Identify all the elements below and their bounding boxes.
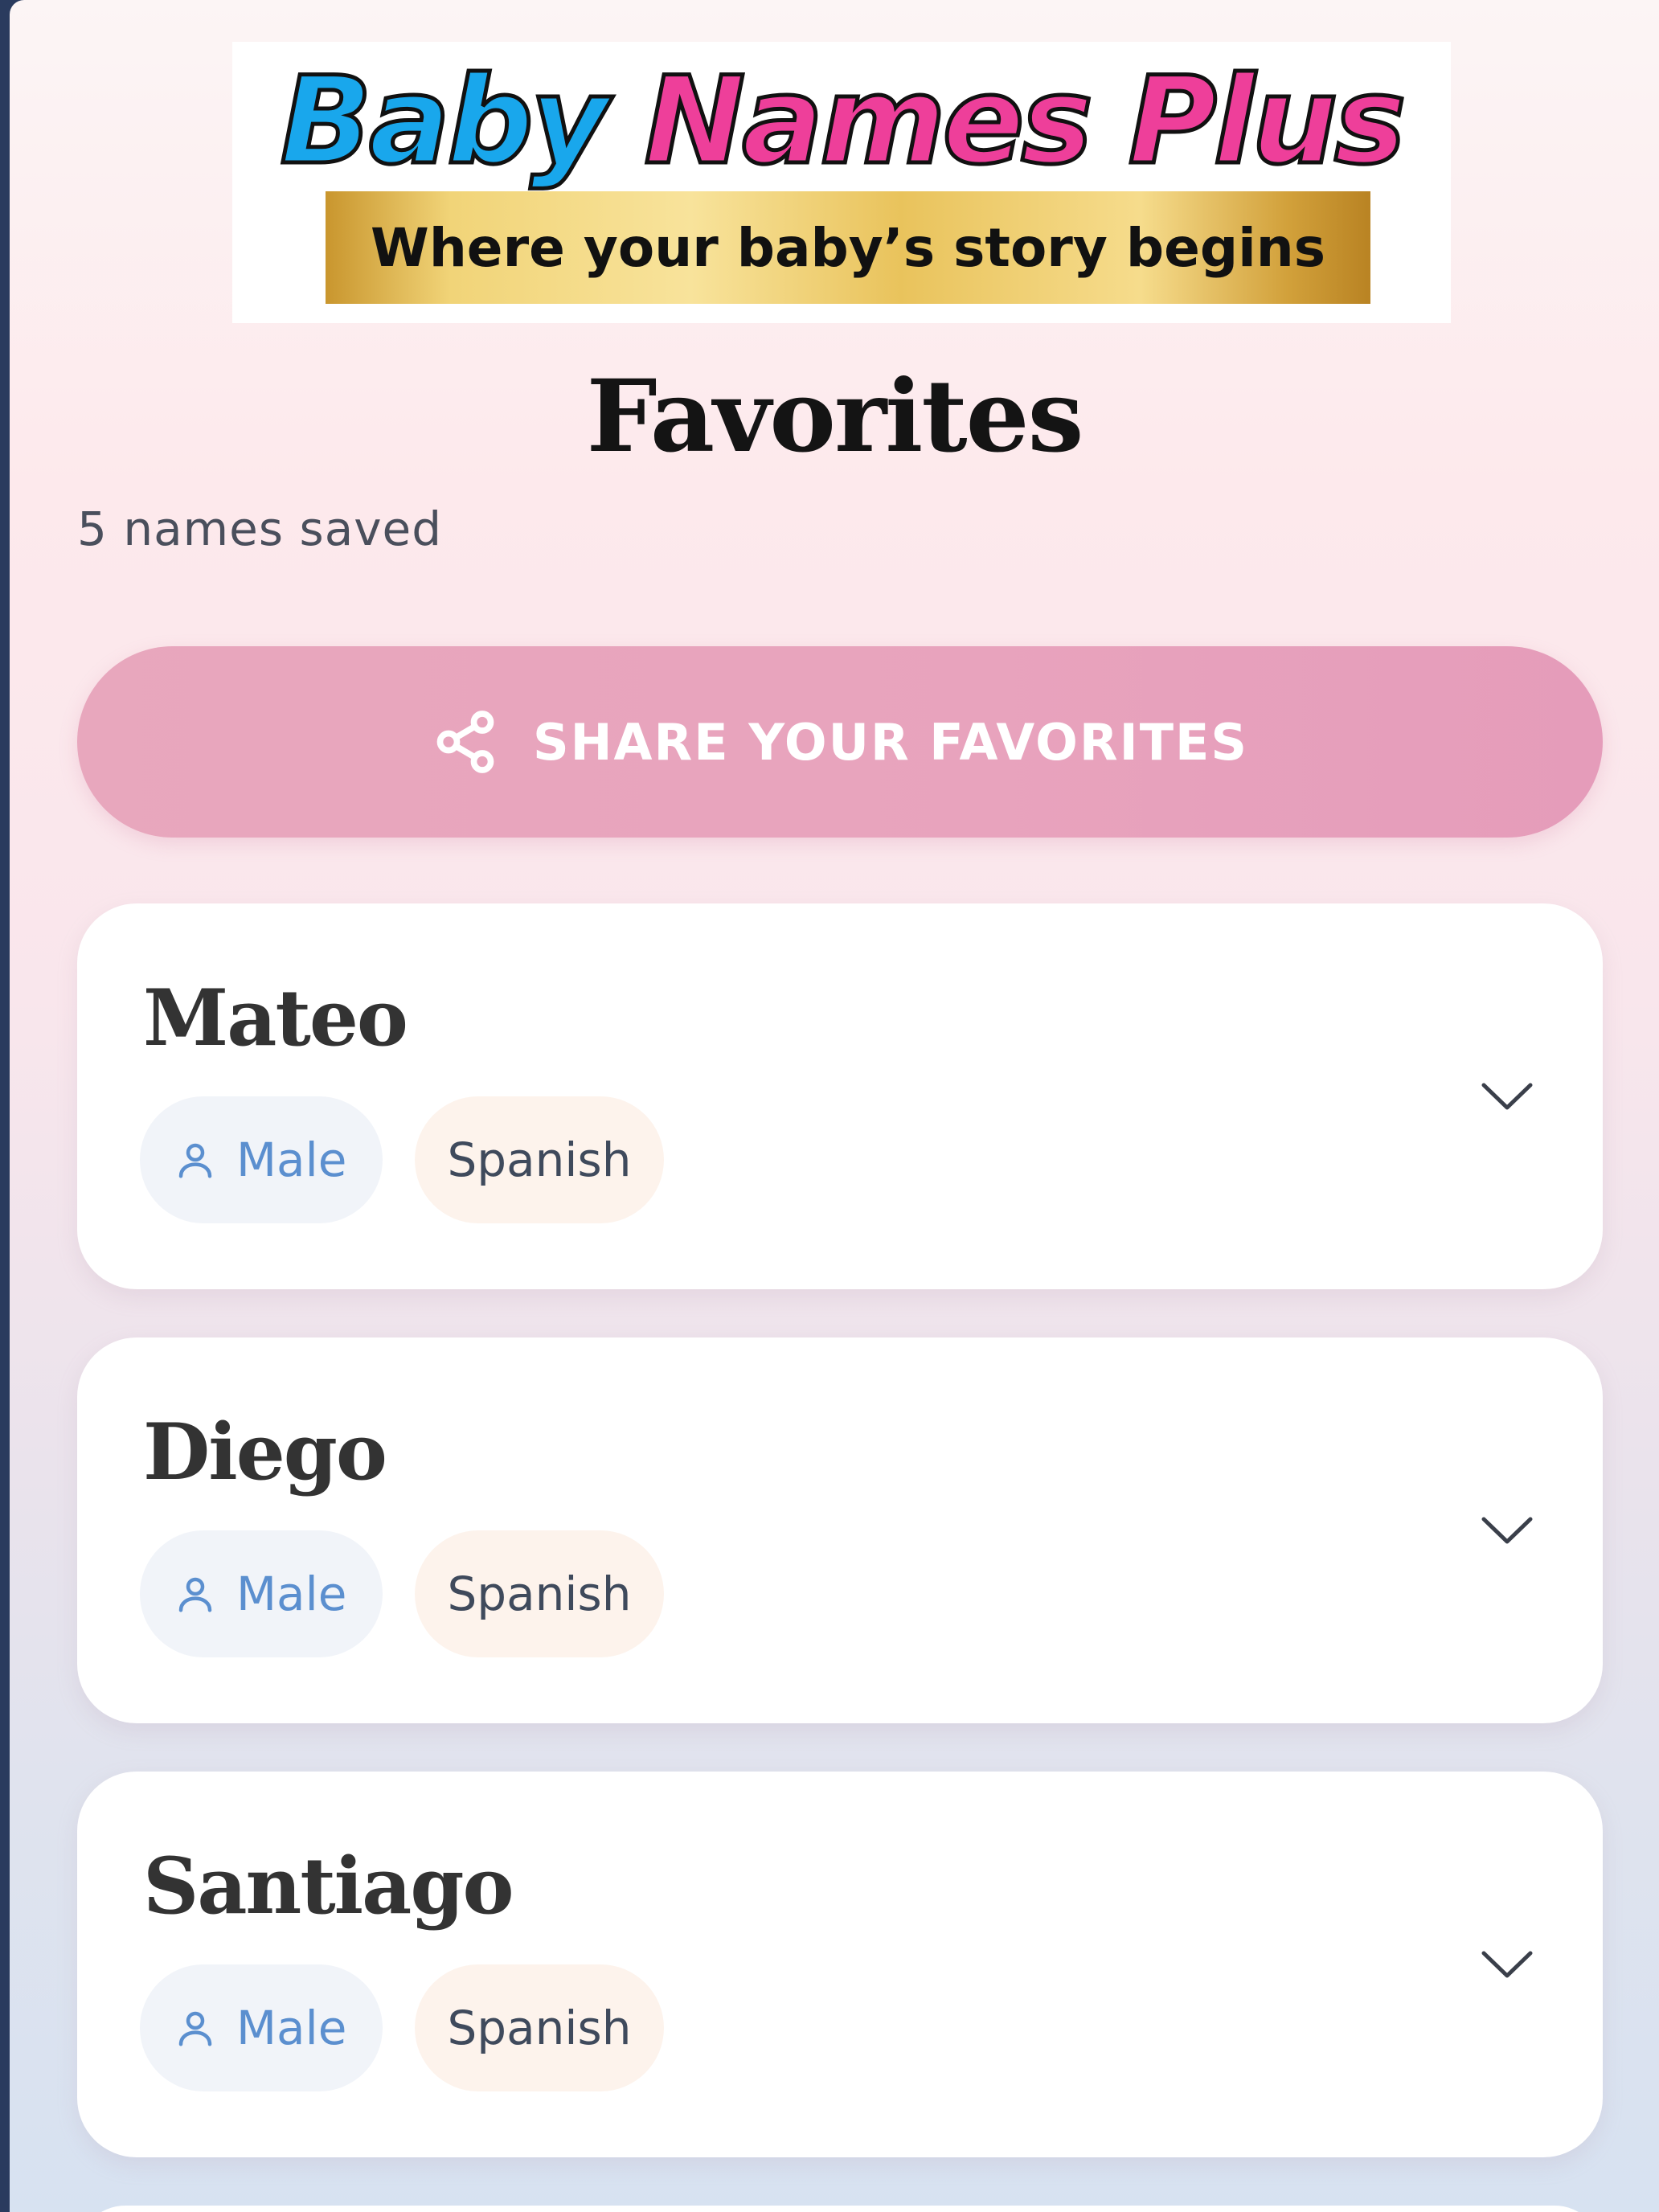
chevron-down-icon — [1481, 1517, 1533, 1544]
gender-label: Male — [236, 2001, 347, 2055]
origin-label: Spanish — [447, 1567, 632, 1621]
app-screen: Baby Names Plus Where your baby’s story … — [10, 0, 1659, 2212]
favorite-name: Diego — [143, 1407, 387, 1497]
gender-label: Male — [236, 1133, 347, 1187]
logo-word-names-plus: Names Plus — [642, 50, 1408, 194]
chevron-down-icon — [1481, 1951, 1533, 1978]
favorite-card-next[interactable] — [77, 2206, 1603, 2212]
gender-chip: Male — [140, 1530, 383, 1657]
share-favorites-button[interactable]: SHARE YOUR FAVORITES — [77, 646, 1603, 838]
origin-chip: Spanish — [415, 1964, 664, 2091]
origin-label: Spanish — [447, 1133, 632, 1187]
favorite-card[interactable]: Diego Male Spanish — [77, 1337, 1603, 1723]
logo-tagline: Where your baby’s story begins — [326, 191, 1370, 304]
favorite-card[interactable]: Mateo Male Spanish — [77, 903, 1603, 1289]
expand-button[interactable] — [1479, 1072, 1535, 1120]
share-favorites-label: SHARE YOUR FAVORITES — [533, 712, 1248, 772]
logo-wordmark: Baby Names Plus — [232, 50, 1451, 194]
gender-chip: Male — [140, 1964, 383, 2091]
person-icon — [178, 1577, 212, 1612]
expand-button[interactable] — [1479, 1940, 1535, 1989]
logo-word-baby: Baby — [278, 50, 611, 194]
person-icon — [178, 2011, 212, 2046]
favorite-name: Santiago — [143, 1841, 514, 1931]
expand-button[interactable] — [1479, 1506, 1535, 1555]
gender-label: Male — [236, 1567, 347, 1621]
gender-chip: Male — [140, 1096, 383, 1223]
origin-label: Spanish — [447, 2001, 632, 2055]
person-icon — [178, 1143, 212, 1178]
chevron-down-icon — [1481, 1083, 1533, 1110]
share-icon — [436, 711, 494, 773]
favorite-name: Mateo — [143, 973, 408, 1063]
saved-count: 5 names saved — [77, 502, 443, 556]
origin-chip: Spanish — [415, 1530, 664, 1657]
origin-chip: Spanish — [415, 1096, 664, 1223]
favorite-card[interactable]: Santiago Male Spanish — [77, 1772, 1603, 2157]
brand-logo: Baby Names Plus Where your baby’s story … — [232, 42, 1451, 323]
page-title: Favorites — [586, 358, 1084, 475]
